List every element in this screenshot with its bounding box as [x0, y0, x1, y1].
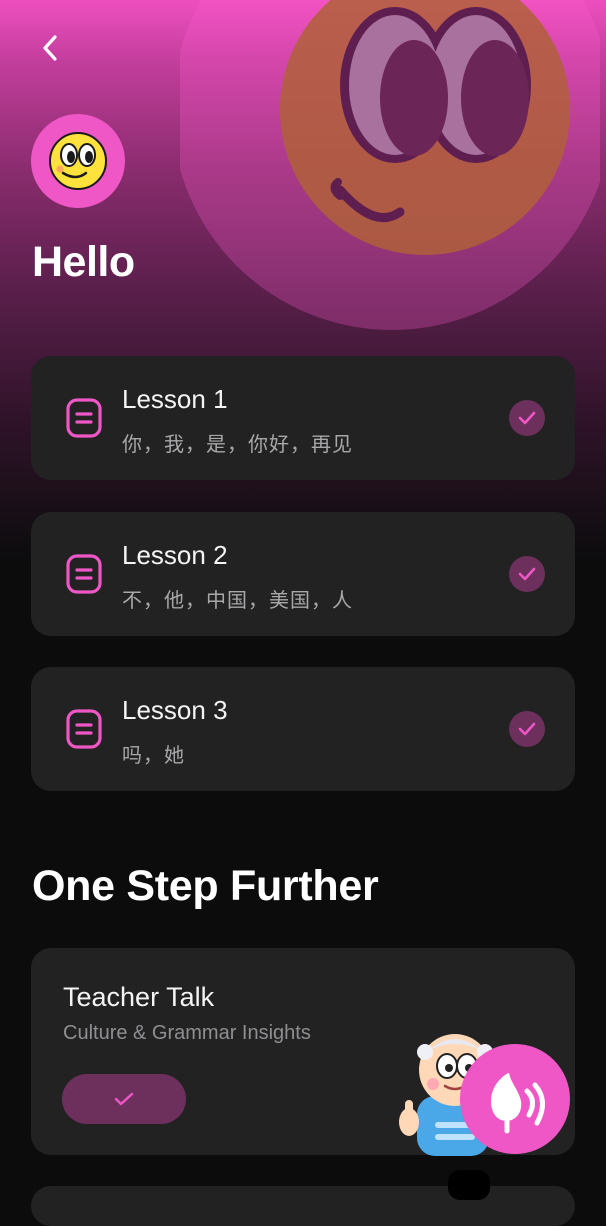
document-icon	[66, 398, 102, 438]
page-title: Hello	[32, 238, 135, 286]
completed-badge	[509, 556, 545, 592]
completed-button[interactable]	[62, 1074, 186, 1124]
completed-badge	[509, 400, 545, 436]
lesson-words: 不，他，中国，美国，人	[122, 588, 353, 612]
check-icon	[518, 722, 536, 736]
teacher-talk-subtitle: Culture & Grammar Insights	[63, 1022, 311, 1044]
lesson-words: 吗，她	[122, 743, 185, 767]
lesson-words: 你，我，是，你好，再见	[122, 432, 353, 456]
check-icon	[518, 411, 536, 425]
cartoon-face-illustration	[180, 0, 600, 330]
check-icon	[114, 1092, 134, 1106]
check-icon	[518, 567, 536, 581]
section-title: One Step Further	[32, 862, 379, 910]
document-icon	[66, 554, 102, 594]
lesson-title: Lesson 1	[122, 384, 228, 414]
smiley-face-icon	[49, 132, 107, 190]
lesson-title: Lesson 3	[122, 695, 228, 725]
document-icon	[66, 709, 102, 749]
lesson-card-3[interactable]: Lesson 3 吗，她	[31, 667, 575, 791]
back-button[interactable]	[30, 28, 70, 68]
teacher-talk-title: Teacher Talk	[63, 982, 215, 1012]
avatar	[31, 114, 125, 208]
completed-badge	[509, 711, 545, 747]
app-logo-icon	[491, 1073, 545, 1134]
app-logo-button[interactable]	[460, 1044, 570, 1154]
obscured-region	[448, 1170, 490, 1200]
chevron-left-icon	[43, 35, 57, 61]
lesson-card-2[interactable]: Lesson 2 不，他，中国，美国，人	[31, 512, 575, 636]
lesson-title: Lesson 2	[122, 540, 228, 570]
next-card-partial[interactable]	[31, 1186, 575, 1226]
lesson-card-1[interactable]: Lesson 1 你，我，是，你好，再见	[31, 356, 575, 480]
